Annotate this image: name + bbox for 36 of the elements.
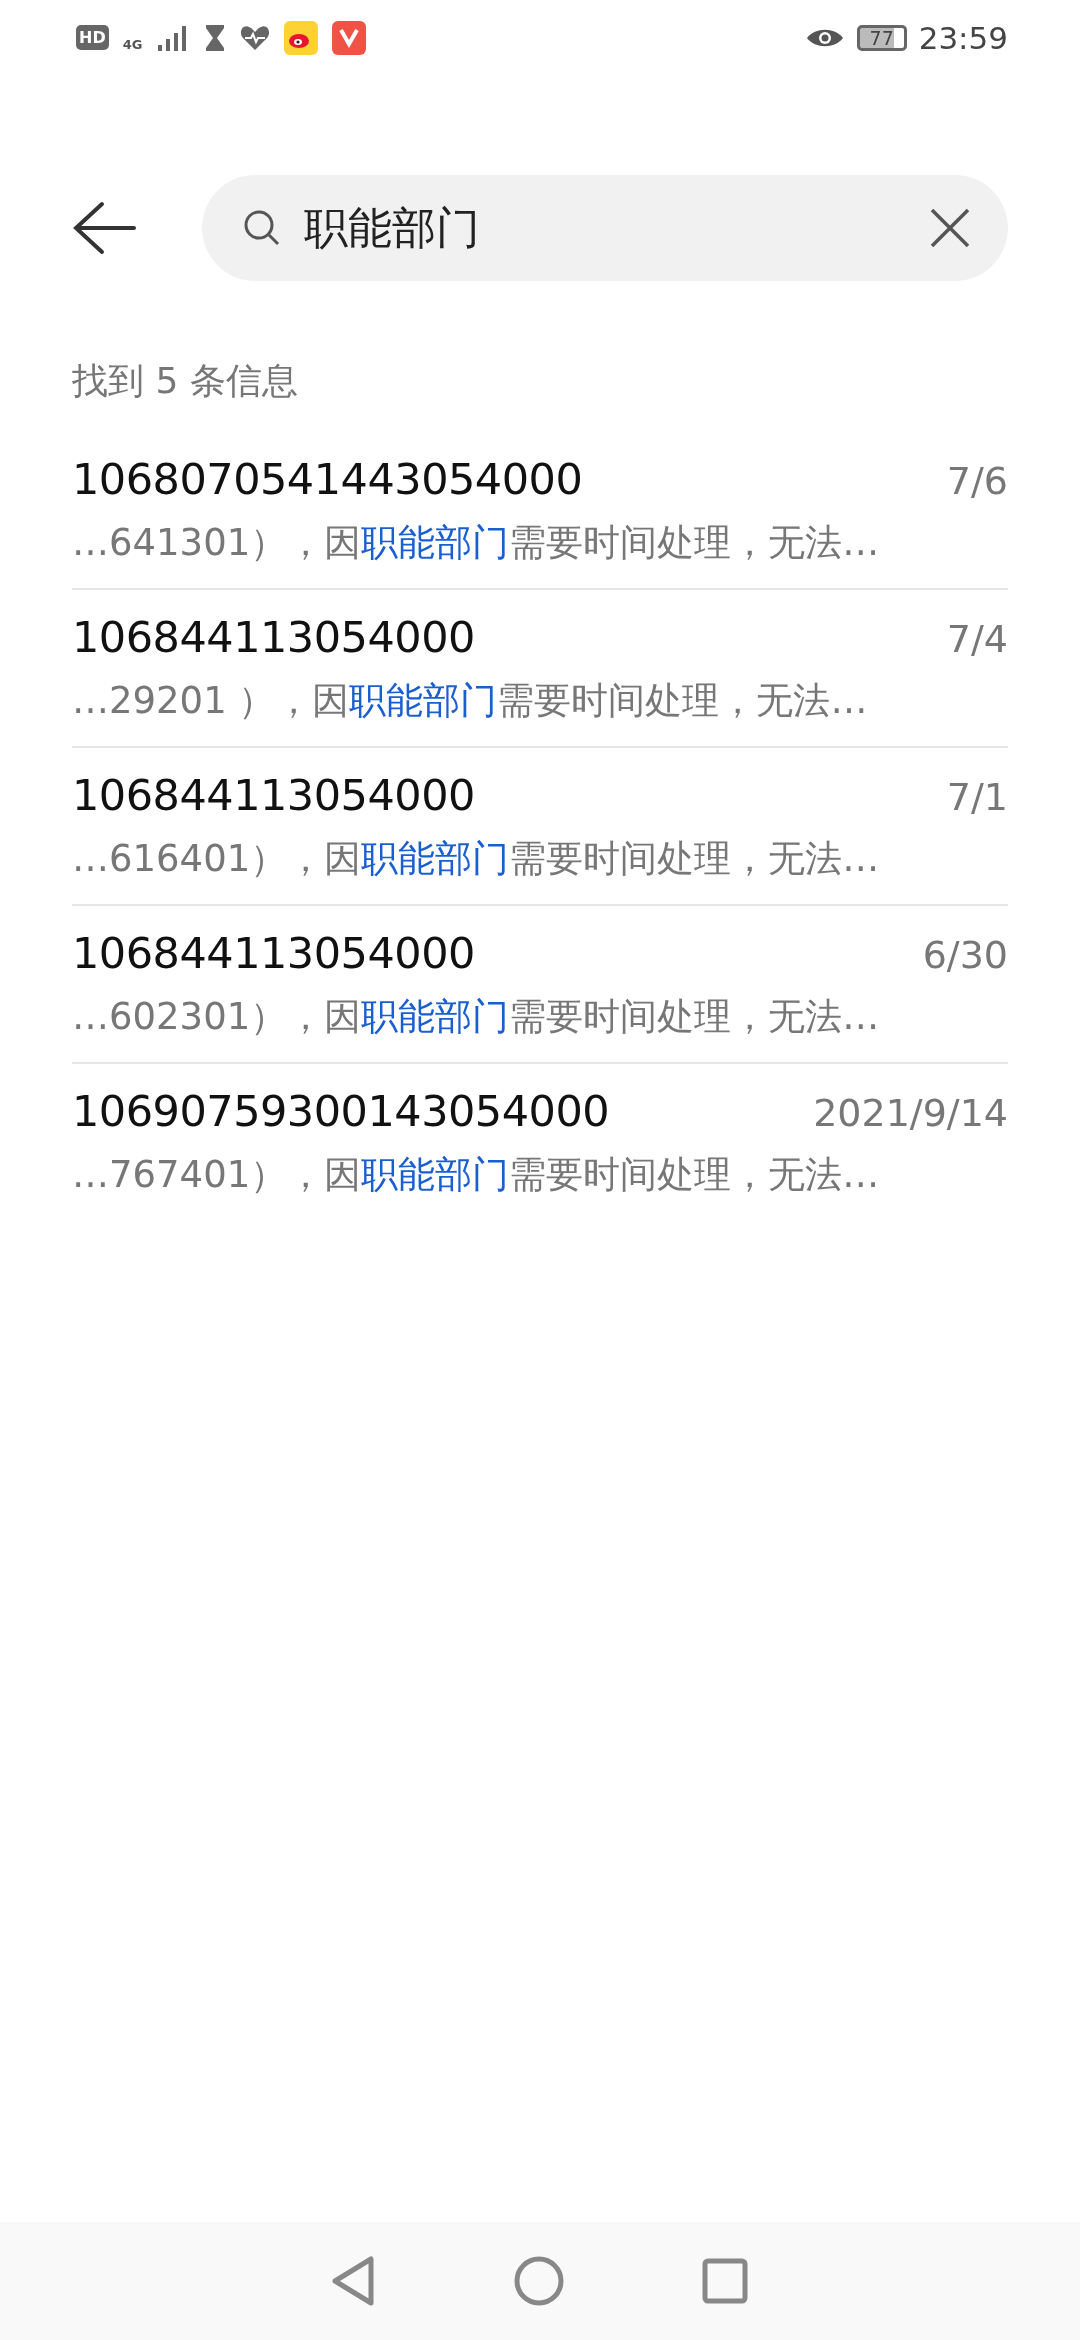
video-app-icon (332, 20, 367, 55)
weibo-app-icon (284, 20, 319, 55)
message-date: 2021/9/14 (813, 1091, 1008, 1135)
home-nav-icon[interactable] (513, 2255, 565, 2307)
battery-icon: 77 (856, 24, 907, 51)
message-result[interactable]: 10690759300143054000 2021/9/14 …767401），因职能部门需要时间处理，无法… (72, 1064, 1008, 1220)
message-result[interactable]: 106844113054000 6/30 …602301），因职能部门需要时间处理，无法… (72, 906, 1008, 1064)
sender-number: 10690759300143054000 (72, 1086, 610, 1136)
message-result[interactable]: 106844113054000 7/4 …29201 ），因职能部门需要时间处理，无法… (72, 590, 1008, 748)
message-date: 7/6 (946, 459, 1008, 503)
message-snippet: …616401），因职能部门需要时间处理，无法… (72, 836, 881, 882)
message-snippet: …767401），因职能部门需要时间处理，无法… (72, 1152, 881, 1198)
message-result[interactable]: 106844113054000 7/1 …616401），因职能部门需要时间处理，无法… (72, 748, 1008, 906)
sender-number: 106844113054000 (72, 770, 475, 820)
message-snippet: …29201 ），因职能部门需要时间处理，无法… (72, 678, 869, 724)
sender-number: 1068070541443054000 (72, 454, 583, 504)
recents-nav-icon[interactable] (701, 2257, 749, 2305)
search-icon (242, 208, 282, 248)
message-result[interactable]: 1068070541443054000 7/6 …641301），因职能部门需要时间处理，无法… (72, 432, 1008, 590)
message-date: 7/4 (946, 617, 1008, 661)
message-date: 7/1 (946, 775, 1008, 819)
heart-icon (240, 24, 271, 51)
hd-badge: HD (76, 25, 109, 50)
result-count: 找到 5 条信息 (72, 359, 299, 403)
sender-number: 106844113054000 (72, 928, 475, 978)
sender-number: 106844113054000 (72, 612, 475, 662)
search-field[interactable]: 职能部门 (202, 175, 1008, 281)
message-snippet: …602301），因职能部门需要时间处理，无法… (72, 994, 881, 1040)
hourglass-icon (204, 22, 227, 53)
message-date: 6/30 (922, 933, 1008, 977)
back-arrow-icon[interactable] (72, 200, 138, 256)
clock: 23:59 (918, 19, 1008, 56)
clear-icon[interactable] (928, 206, 972, 250)
network-type: 4G (122, 36, 143, 52)
back-nav-icon[interactable] (331, 2255, 377, 2307)
message-snippet: …641301），因职能部门需要时间处理，无法… (72, 520, 881, 566)
